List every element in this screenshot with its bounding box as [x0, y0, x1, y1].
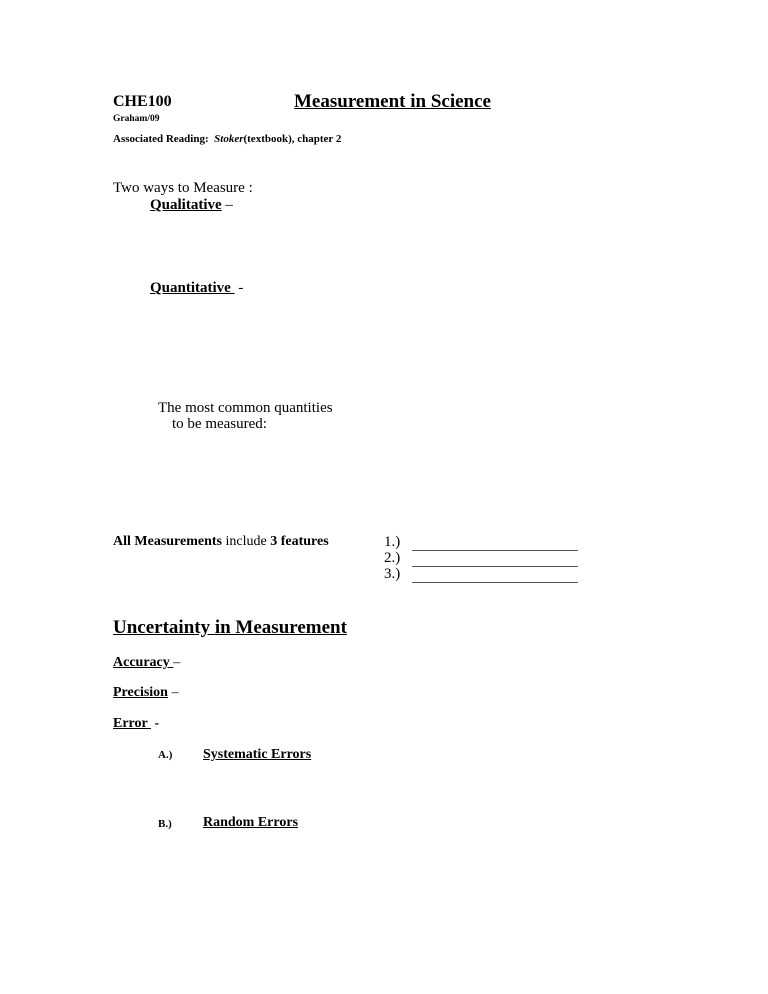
- feature-number: 3.): [384, 566, 401, 582]
- associated-reading: Associated Reading: Stoker(textbook), ch…: [113, 133, 341, 145]
- precision-item: Precision –: [113, 685, 178, 701]
- feature-row: 3.): [384, 566, 578, 583]
- features-label-plain: include: [222, 534, 271, 549]
- feature-number: 2.): [384, 550, 401, 566]
- common-quantities-line-2: to be measured:: [172, 416, 267, 432]
- precision-term: Precision: [113, 685, 168, 700]
- error-sep: -: [150, 716, 160, 731]
- error-type-label: B.): [158, 818, 172, 830]
- qualitative-term: Qualitative: [150, 197, 222, 213]
- qualitative-sep: –: [221, 197, 233, 213]
- accuracy-item: Accuracy –: [113, 655, 180, 671]
- error-item: Error -: [113, 716, 159, 732]
- features-label: All Measurements include 3 features: [113, 534, 329, 550]
- reading-book: Stoker: [214, 133, 244, 145]
- common-quantities-line-1: The most common quantities: [158, 400, 333, 416]
- quantitative-term: Quantitative: [150, 280, 235, 296]
- error-type-label: A.): [158, 749, 173, 761]
- precision-sep: –: [167, 685, 179, 700]
- feature-row: 1.): [384, 534, 578, 551]
- feature-blank-line[interactable]: [412, 570, 578, 583]
- feature-row: 2.): [384, 550, 578, 567]
- author-line: Graham/09: [113, 114, 160, 124]
- measure-intro: Two ways to Measure :: [113, 180, 253, 196]
- feature-number: 1.): [384, 534, 401, 550]
- page-title: Measurement in Science: [294, 91, 491, 112]
- quantitative-item: Quantitative -: [150, 280, 243, 297]
- accuracy-sep: –: [173, 655, 181, 670]
- features-label-bold-1: All Measurements: [113, 534, 222, 549]
- quantitative-sep: -: [234, 280, 244, 296]
- error-type-systematic: Systematic Errors: [203, 747, 312, 762]
- features-label-bold-2: 3 features: [270, 534, 329, 549]
- section-heading-uncertainty: Uncertainty in Measurement: [113, 617, 347, 638]
- error-term: Error: [113, 716, 151, 731]
- course-code: CHE100: [113, 93, 172, 110]
- accuracy-term: Accuracy: [113, 655, 174, 670]
- qualitative-item: Qualitative –: [150, 197, 233, 214]
- error-type-random: Random Errors: [203, 815, 299, 830]
- reading-rest: (textbook), chapter 2: [243, 133, 342, 145]
- reading-label: Associated Reading:: [113, 133, 209, 145]
